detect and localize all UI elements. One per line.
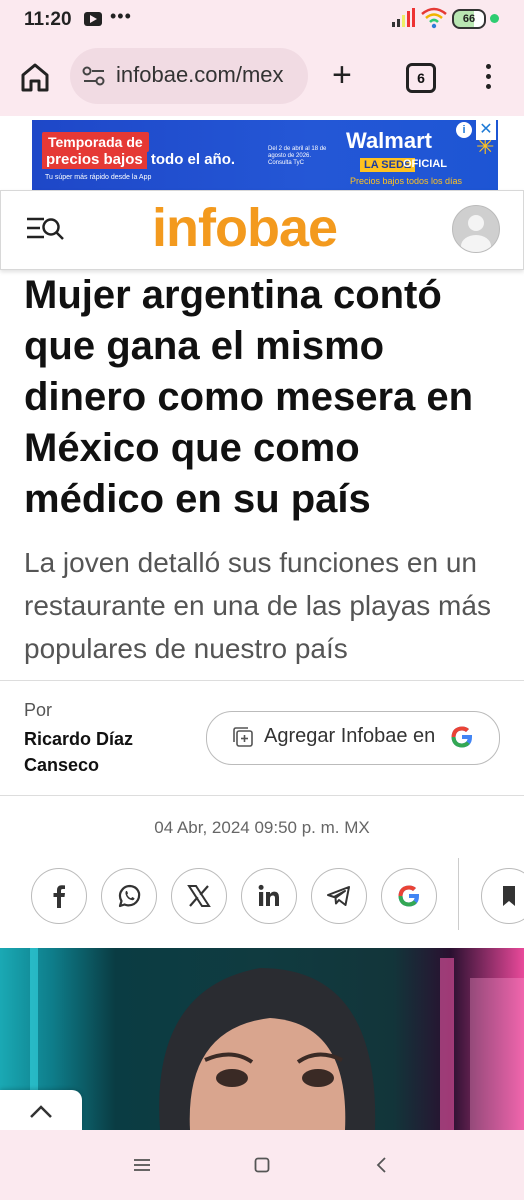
scroll-up-button[interactable] bbox=[0, 1090, 82, 1130]
telegram-icon bbox=[327, 886, 350, 906]
system-nav-bar bbox=[0, 1130, 524, 1200]
share-x-button[interactable] bbox=[171, 868, 227, 924]
bookmark-button[interactable] bbox=[481, 868, 524, 924]
back-icon[interactable] bbox=[375, 1156, 389, 1174]
wifi-icon bbox=[421, 7, 447, 29]
share-whatsapp-button[interactable] bbox=[101, 868, 157, 924]
share-divider bbox=[458, 858, 459, 930]
whatsapp-icon bbox=[118, 884, 141, 908]
article-subheadline: La joven detalló sus funciones en un res… bbox=[24, 547, 491, 664]
ad-headline-rest: todo el año. bbox=[146, 151, 236, 168]
facebook-icon bbox=[53, 885, 65, 908]
google-icon bbox=[398, 885, 419, 907]
chevron-up-icon bbox=[30, 1105, 52, 1118]
walmart-logo: Walmart bbox=[346, 128, 432, 153]
battery-indicator: 66 bbox=[452, 9, 486, 29]
byline-label: Por bbox=[24, 700, 53, 720]
divider bbox=[0, 680, 524, 681]
ad-small-text: Tu súper más rápido desde la App bbox=[45, 174, 152, 181]
ad-headline-line1: Temporada de bbox=[42, 132, 149, 152]
notification-overflow-dots: ••• bbox=[110, 6, 132, 26]
home-icon[interactable] bbox=[18, 60, 52, 94]
tab-switcher-button[interactable]: 6 bbox=[406, 63, 436, 93]
ad-close-icon[interactable]: ✕ bbox=[476, 120, 496, 140]
article-headline: Mujer argentina contó que gana el mismo … bbox=[24, 273, 474, 521]
infobae-logo[interactable]: infobae bbox=[152, 197, 338, 259]
ad-date-text: Del 2 de abril al 18 de agosto de 2026. … bbox=[268, 146, 327, 166]
publish-date: 04 Abr, 2024 09:50 p. m. MX bbox=[154, 818, 370, 837]
url-text[interactable]: infobae.com/mex bbox=[116, 62, 302, 88]
user-avatar-icon[interactable] bbox=[452, 205, 500, 253]
add-source-icon bbox=[233, 727, 253, 747]
ad-highlight: precios bajos bbox=[42, 150, 147, 169]
share-linkedin-button[interactable] bbox=[241, 868, 297, 924]
linkedin-icon bbox=[258, 884, 279, 906]
menu-search-icon[interactable] bbox=[26, 214, 66, 244]
clock-time: 11:20 bbox=[24, 9, 72, 30]
ad-tagline: Precios bajos todos los días bbox=[350, 176, 463, 186]
share-telegram-button[interactable] bbox=[311, 868, 367, 924]
bookmark-icon bbox=[503, 886, 515, 906]
ad-headline-line2: precios bajos todo el año. bbox=[42, 150, 236, 169]
recents-icon[interactable] bbox=[133, 1158, 151, 1172]
plus-icon[interactable]: + bbox=[332, 58, 352, 92]
ad-info-icon[interactable]: i bbox=[456, 122, 472, 138]
youtube-notification-icon bbox=[84, 12, 102, 26]
more-vert-icon[interactable] bbox=[478, 62, 498, 92]
share-google-button[interactable] bbox=[381, 868, 437, 924]
privacy-dot-icon bbox=[490, 14, 499, 23]
home-square-icon[interactable] bbox=[254, 1157, 270, 1173]
divider bbox=[0, 795, 524, 796]
x-icon bbox=[187, 885, 211, 907]
share-facebook-button[interactable] bbox=[31, 868, 87, 924]
add-to-google-label[interactable]: Agregar Infobae en bbox=[264, 725, 435, 748]
google-logo-icon bbox=[451, 726, 472, 748]
author-name[interactable]: Ricardo Díaz Canseco bbox=[24, 726, 184, 778]
cell-signal-icon bbox=[392, 8, 415, 27]
ad-oficial-text: OFICIAL bbox=[403, 158, 447, 170]
tune-icon[interactable] bbox=[82, 66, 106, 86]
